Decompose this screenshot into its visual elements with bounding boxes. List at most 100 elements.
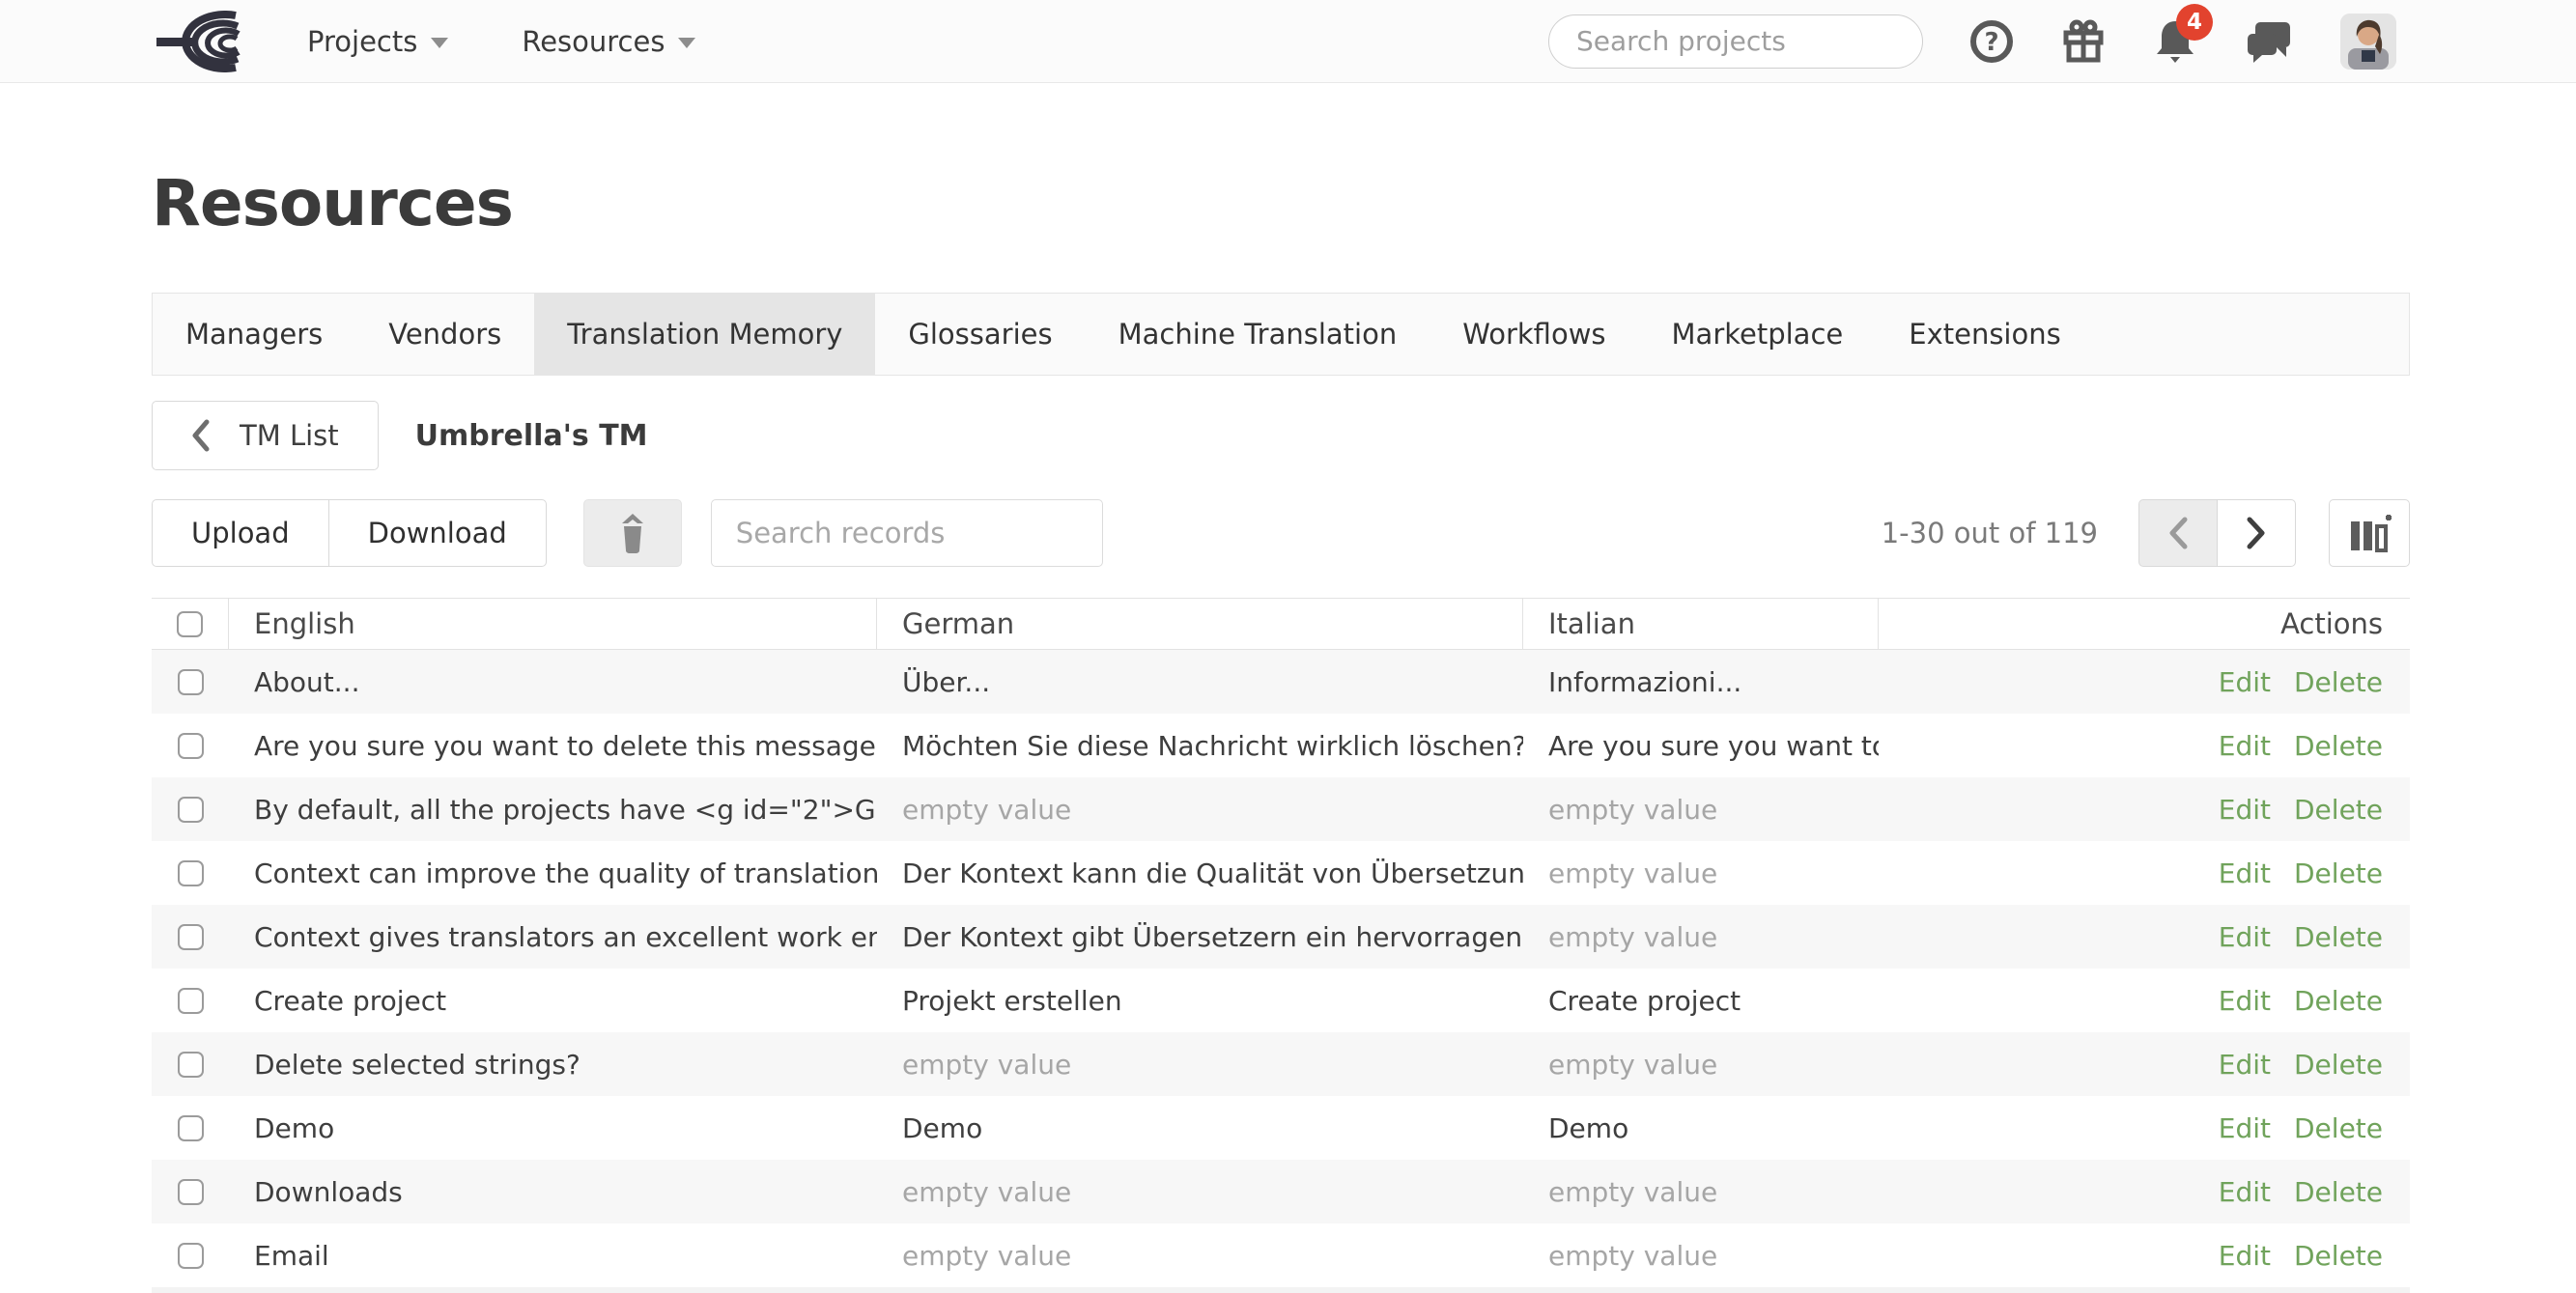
columns-settings-button[interactable] <box>2329 499 2410 567</box>
cell-actions: Edit Delete <box>1879 1240 2410 1272</box>
chevron-right-icon <box>2246 516 2267 550</box>
table-row: Emailempty valueempty valueEditDelete <box>152 1223 2410 1287</box>
edit-link[interactable]: Edit <box>2219 794 2271 826</box>
table-row: Delete selected strings?empty valueempty… <box>152 1032 2410 1096</box>
cell-german: Der Kontext gibt Übersetzern ein hervorr… <box>877 921 1523 953</box>
help-icon[interactable]: ? <box>1969 19 2014 64</box>
delete-link[interactable]: Delete <box>2294 1112 2383 1144</box>
cell-english: Downloads <box>229 1176 877 1208</box>
edit-link[interactable]: Edit <box>2219 1112 2271 1144</box>
svg-text:?: ? <box>1984 28 1998 57</box>
avatar[interactable] <box>2340 14 2396 70</box>
tab-machine-translation[interactable]: Machine Translation <box>1086 294 1430 375</box>
projects-search <box>1548 14 1923 69</box>
upload-button[interactable]: Upload <box>152 499 329 567</box>
download-button[interactable]: Download <box>328 499 547 567</box>
chevron-left-icon <box>191 419 211 452</box>
cell-actions: Edit Delete <box>1879 666 2410 698</box>
delete-records-button[interactable] <box>583 499 682 567</box>
delete-link[interactable]: Delete <box>2294 985 2383 1017</box>
tab-glossaries[interactable]: Glossaries <box>875 294 1085 375</box>
cell-italian: empty value <box>1523 921 1879 953</box>
table-row: By default, all the projects have <g id=… <box>152 777 2410 841</box>
tab-extensions[interactable]: Extensions <box>1876 294 2093 375</box>
cell-italian: empty value <box>1523 794 1879 826</box>
edit-link[interactable]: Edit <box>2219 666 2271 698</box>
delete-link[interactable]: Delete <box>2294 921 2383 953</box>
tm-records-table: English German Italian Actions About...Ü… <box>152 598 2410 1293</box>
company-logo-icon[interactable] <box>155 11 257 72</box>
prev-page-button[interactable] <box>2138 499 2218 567</box>
edit-link[interactable]: Edit <box>2219 857 2271 889</box>
edit-link[interactable]: Edit <box>2219 921 2271 953</box>
edit-link[interactable]: Edit <box>2219 730 2271 762</box>
delete-link[interactable]: Delete <box>2294 730 2383 762</box>
cell-italian: empty value <box>1523 1049 1879 1081</box>
column-header-actions: Actions <box>1879 599 2410 649</box>
delete-link[interactable]: Delete <box>2294 1049 2383 1081</box>
cell-german: empty value <box>877 1240 1523 1272</box>
delete-link[interactable]: Delete <box>2294 857 2383 889</box>
tab-managers[interactable]: Managers <box>153 294 355 375</box>
tab-vendors[interactable]: Vendors <box>355 294 534 375</box>
cell-actions: Edit Delete <box>1879 1176 2410 1208</box>
cell-english: About... <box>229 666 877 698</box>
table-row: Are you sure you want to delete this mes… <box>152 714 2410 777</box>
tab-workflows[interactable]: Workflows <box>1430 294 1638 375</box>
cell-german: Über... <box>877 666 1523 698</box>
cell-german: Der Kontext kann die Qualität von Überse… <box>877 857 1523 889</box>
toolbar: Upload Download 1-30 out of 119 <box>152 499 2410 567</box>
cell-english: Create project <box>229 985 877 1017</box>
nav-resources-label: Resources <box>522 25 665 58</box>
row-checkbox[interactable] <box>178 1179 204 1205</box>
cell-italian: Create project <box>1523 985 1879 1017</box>
pagination-range: 1-30 out of 119 <box>1882 517 2098 549</box>
nav-projects[interactable]: Projects <box>307 25 448 58</box>
tab-marketplace[interactable]: Marketplace <box>1639 294 1877 375</box>
gift-icon[interactable] <box>2060 18 2107 65</box>
cell-english: Delete selected strings? <box>229 1049 877 1081</box>
edit-link[interactable]: Edit <box>2219 985 2271 1017</box>
edit-link[interactable]: Edit <box>2219 1176 2271 1208</box>
row-checkbox[interactable] <box>178 1243 204 1269</box>
row-checkbox[interactable] <box>178 669 204 695</box>
chevron-down-icon <box>431 38 448 48</box>
top-bar: Projects Resources ? 4 <box>0 0 2576 83</box>
edit-link[interactable]: Edit <box>2219 1049 2271 1081</box>
tab-translation-memory[interactable]: Translation Memory <box>534 294 875 375</box>
cell-english: By default, all the projects have <g id=… <box>229 794 877 826</box>
edit-link[interactable]: Edit <box>2219 1240 2271 1272</box>
tabs: ManagersVendorsTranslation MemoryGlossar… <box>152 293 2410 376</box>
cell-actions: Edit Delete <box>1879 857 2410 889</box>
delete-link[interactable]: Delete <box>2294 1240 2383 1272</box>
table-header: English German Italian Actions <box>152 598 2410 650</box>
cell-german: empty value <box>877 794 1523 826</box>
nav-resources[interactable]: Resources <box>522 25 695 58</box>
projects-search-input[interactable] <box>1574 24 1915 58</box>
next-page-button[interactable] <box>2217 499 2296 567</box>
table-row: Context can improve the quality of trans… <box>152 841 2410 905</box>
tm-list-back-button[interactable]: TM List <box>152 401 379 470</box>
column-header-italian: Italian <box>1523 599 1879 649</box>
chat-icon[interactable] <box>2244 18 2294 65</box>
cell-german: empty value <box>877 1176 1523 1208</box>
cell-italian: Demo <box>1523 1112 1879 1144</box>
delete-link[interactable]: Delete <box>2294 1176 2383 1208</box>
row-checkbox[interactable] <box>178 860 204 886</box>
cell-actions: Edit Delete <box>1879 921 2410 953</box>
select-all-checkbox[interactable] <box>177 611 203 637</box>
trash-icon <box>613 512 652 554</box>
row-checkbox[interactable] <box>178 733 204 759</box>
row-checkbox[interactable] <box>178 988 204 1014</box>
cell-actions: Edit Delete <box>1879 1112 2410 1144</box>
row-checkbox[interactable] <box>178 924 204 950</box>
records-search-input[interactable] <box>711 499 1103 567</box>
table-row: Create projectProjekt erstellenCreate pr… <box>152 969 2410 1032</box>
delete-link[interactable]: Delete <box>2294 794 2383 826</box>
chevron-left-icon <box>2167 516 2189 550</box>
row-checkbox[interactable] <box>178 797 204 823</box>
bell-icon[interactable]: 4 <box>2153 17 2197 66</box>
row-checkbox[interactable] <box>178 1115 204 1141</box>
delete-link[interactable]: Delete <box>2294 666 2383 698</box>
row-checkbox[interactable] <box>178 1052 204 1078</box>
